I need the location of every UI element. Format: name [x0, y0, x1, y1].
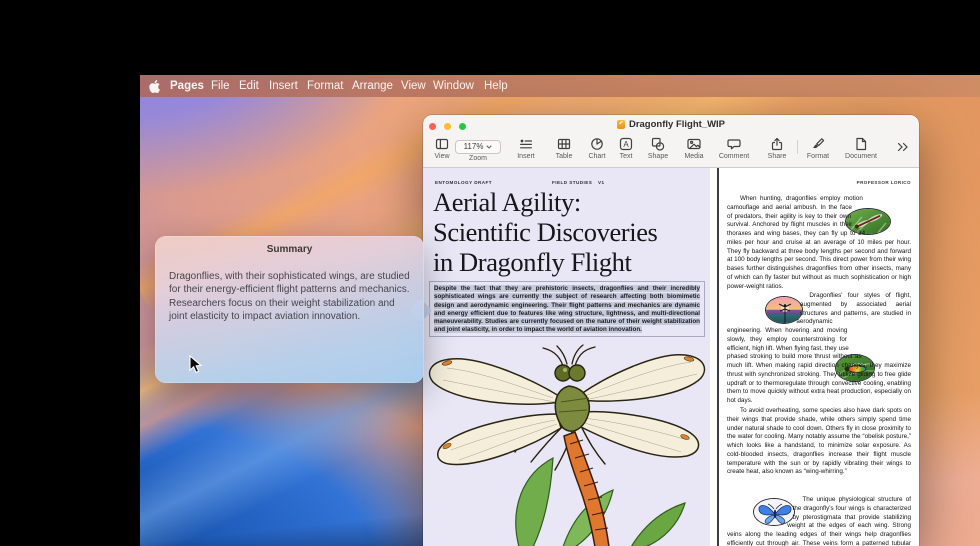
zoom-value: 117%: [464, 142, 484, 151]
dragonfly-illustration: [423, 340, 710, 546]
pages-document-icon: [617, 120, 625, 129]
popup-summary-text: Dragonflies, with their sophisticated wi…: [169, 270, 411, 324]
menu-item-view[interactable]: View: [401, 75, 426, 97]
selected-paragraph: Despite the fact that they are prehistor…: [434, 285, 700, 335]
byline: PROFESSOR LORICO: [857, 180, 911, 185]
paragraph-3: To avoid overheating, some species also …: [727, 407, 911, 496]
document-right-page[interactable]: PROFESSOR LORICO: [719, 168, 919, 546]
popup-title: Summary: [155, 244, 424, 255]
menu-item-file[interactable]: File: [211, 75, 230, 97]
screenshot-stage: Pages File Edit Insert Format Arrange Vi…: [0, 0, 980, 546]
menu-item-format[interactable]: Format: [307, 75, 343, 97]
menu-item-pages[interactable]: Pages: [170, 75, 204, 97]
menu-bar: Pages File Edit Insert Format Arrange Vi…: [140, 75, 980, 97]
document-icon: [833, 136, 889, 152]
document-left-page[interactable]: ENTOMOLOGY DRAFT FIELD STUDIES V1 Aerial…: [423, 168, 710, 546]
menu-item-window[interactable]: Window: [433, 75, 474, 97]
eyebrow-version: V1: [598, 180, 605, 185]
menu-item-insert[interactable]: Insert: [269, 75, 298, 97]
menu-item-help[interactable]: Help: [484, 75, 508, 97]
toolbar: View 117% Zoom Insert Table: [423, 133, 919, 168]
menu-item-edit[interactable]: Edit: [239, 75, 259, 97]
pages-window: Dragonfly Flight_WIP View 117% Zoom: [423, 115, 919, 546]
body-text-column: When hunting, dragonflies employ motion …: [727, 192, 911, 546]
page-gutter: [710, 168, 717, 546]
document-canvas: ENTOMOLOGY DRAFT FIELD STUDIES V1 Aerial…: [423, 168, 919, 546]
window-title-bar[interactable]: Dragonfly Flight_WIP: [423, 115, 919, 133]
mouse-cursor: [189, 355, 202, 379]
eyebrow-entomology: ENTOMOLOGY DRAFT: [435, 180, 492, 185]
window-title: Dragonfly Flight_WIP: [629, 119, 725, 130]
menu-item-arrange[interactable]: Arrange: [352, 75, 393, 97]
window-title-group: Dragonfly Flight_WIP: [423, 115, 919, 133]
toolbar-overflow-button[interactable]: [896, 140, 910, 159]
toolbar-document-button[interactable]: Document: [833, 136, 889, 160]
article-headline: Aerial Agility: Scientific Discoveries i…: [433, 188, 703, 277]
paragraph-1: When hunting, dragonflies employ motion …: [727, 195, 911, 292]
selected-text-box[interactable]: Despite the fact that they are prehistor…: [429, 281, 705, 337]
apple-menu-icon[interactable]: [148, 79, 161, 101]
zoom-dropdown[interactable]: 117%: [455, 140, 501, 154]
double-chevron-right-icon: [896, 140, 910, 154]
eyebrow-field-studies: FIELD STUDIES: [552, 180, 592, 185]
paragraph-4: The unique physiological structure of th…: [727, 496, 911, 546]
paragraph-2: Dragonflies' four styles of flight, augm…: [727, 292, 911, 407]
chevron-down-icon: [486, 145, 492, 149]
toolbar-label: Document: [833, 153, 889, 160]
svg-text:A: A: [623, 140, 629, 149]
